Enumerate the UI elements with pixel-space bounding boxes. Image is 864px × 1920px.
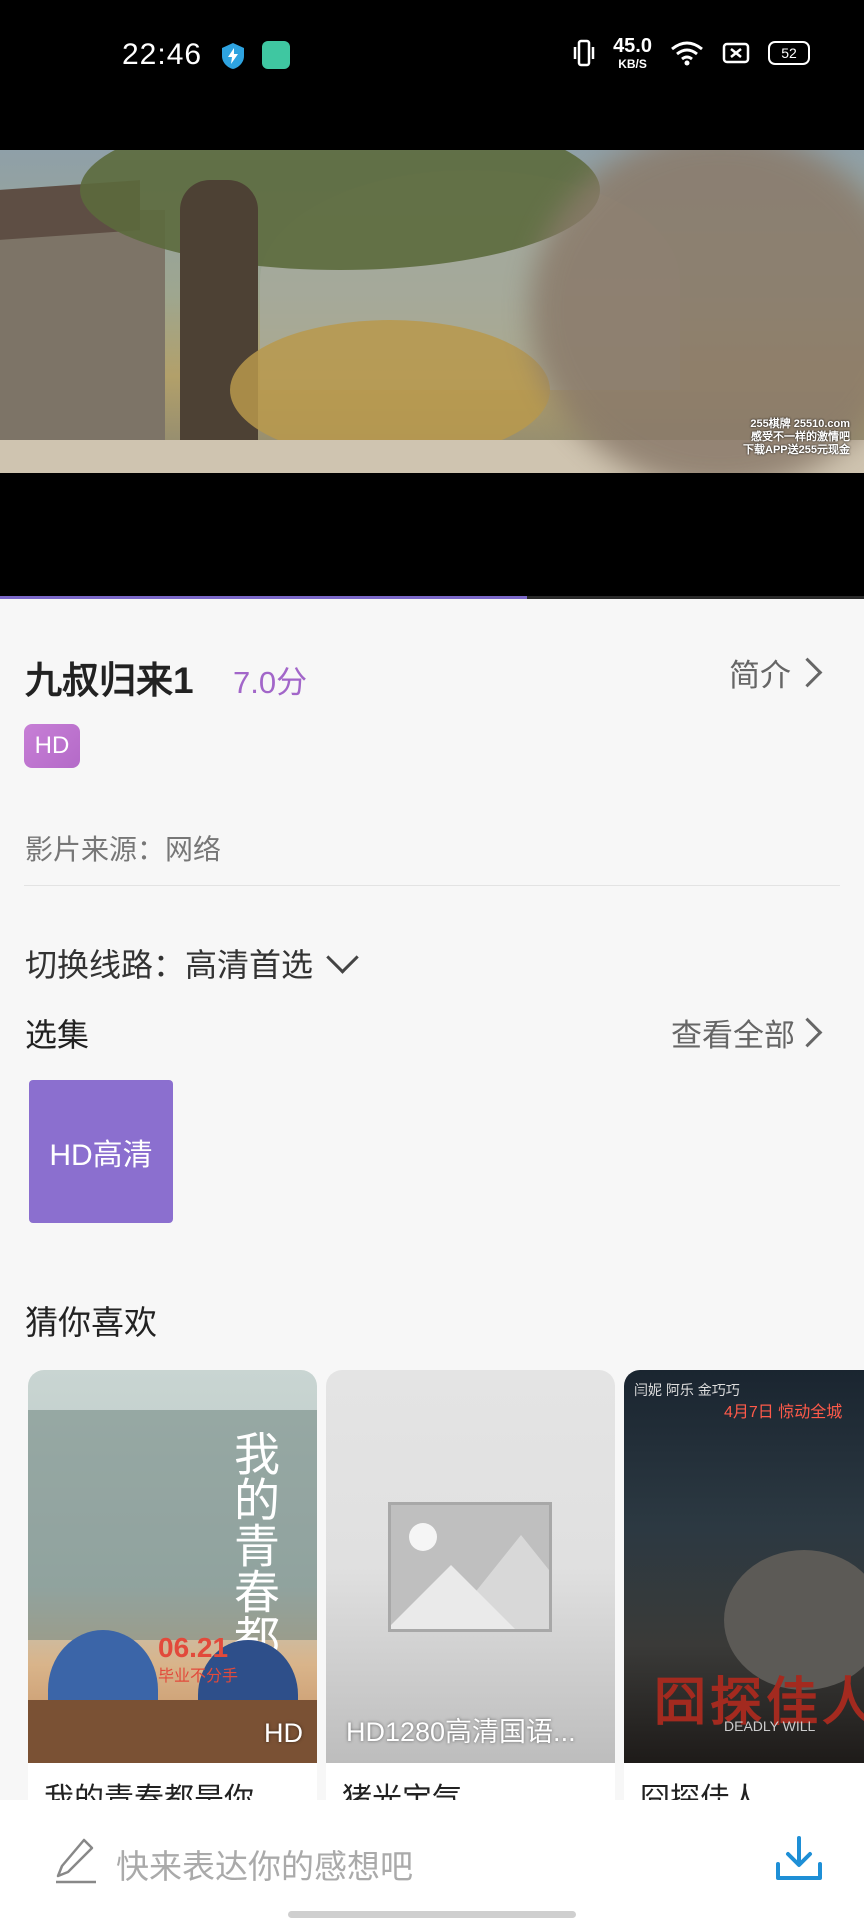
recommend-badge: HD1280高清国语...: [346, 1717, 576, 1747]
recommend-badge: HD: [264, 1718, 303, 1748]
network-speed-unit: KB/S: [618, 57, 647, 71]
poster-cast: 闫妮 阿乐 金巧巧: [634, 1382, 740, 1398]
battery-indicator: 52: [768, 41, 810, 65]
recommend-card[interactable]: 我的青春都是你 06.21 毕业不分手 HD 我的青春都是你: [28, 1370, 317, 1800]
recommend-title[interactable]: 我的青春都是你: [44, 1774, 254, 1800]
placeholder-mountain: [391, 1565, 521, 1629]
line-switch-label: 切换线路：高清首选: [25, 947, 314, 983]
network-speed-value: 45.0: [613, 35, 652, 57]
recommend-card[interactable]: 闫妮 阿乐 金巧巧 4月7日 惊动全城 囧探佳人 DEADLY WILL H 囧…: [624, 1370, 864, 1800]
movie-source: 影片来源：网络: [25, 834, 222, 865]
recommend-title[interactable]: 囧探佳人: [640, 1774, 760, 1800]
network-speed: 45.0 KB/S: [613, 36, 652, 70]
intro-button[interactable]: 简介: [729, 650, 823, 695]
quality-badge: HD: [24, 724, 80, 768]
recommend-poster[interactable]: 我的青春都是你 06.21 毕业不分手 HD: [28, 1370, 317, 1763]
video-frame[interactable]: 255棋牌 25510.com 感受不一样的激情吧 下载APP送255元现金: [0, 150, 864, 473]
watermark-line-3: 下载APP送255元现金: [743, 444, 850, 456]
bottom-bar: 快来表达你的感想吧: [0, 1800, 864, 1920]
scene-bush: [230, 320, 550, 460]
line-switch-dropdown[interactable]: 切换线路：高清首选: [25, 940, 359, 986]
chevron-down-icon: [326, 940, 359, 974]
watermark-line-1: 255棋牌 25510.com: [750, 418, 850, 430]
home-indicator[interactable]: [288, 1911, 576, 1918]
recommend-poster[interactable]: 闫妮 阿乐 金巧巧 4月7日 惊动全城 囧探佳人 DEADLY WILL H: [624, 1370, 864, 1763]
no-sim-icon: [722, 42, 750, 64]
recommend-poster[interactable]: HD1280高清国语...: [326, 1370, 615, 1763]
playback-progress-fill: [0, 596, 528, 599]
app-notification-icon: [262, 41, 290, 69]
video-watermark: 255棋牌 25510.com 感受不一样的激情吧 下载APP送255元现金: [743, 418, 850, 457]
video-player[interactable]: 255棋牌 25510.com 感受不一样的激情吧 下载APP送255元现金: [0, 150, 864, 598]
image-placeholder-icon: [388, 1502, 552, 1632]
intro-label: 简介: [729, 658, 791, 693]
playback-progress-bar[interactable]: [0, 596, 864, 599]
episode-button-hd[interactable]: HD高清: [29, 1080, 173, 1223]
chevron-right-icon: [792, 657, 823, 688]
view-all-button[interactable]: 查看全部: [671, 1010, 823, 1055]
poster-english-title: DEADLY WILL: [724, 1718, 816, 1734]
placeholder-sun: [409, 1523, 437, 1551]
vibrate-icon: [573, 39, 595, 67]
pencil-icon: [56, 1838, 96, 1884]
recommend-section-title: 猜你喜欢: [25, 1304, 157, 1341]
movie-score: 7.0分: [233, 665, 308, 700]
poster-subtitle: 毕业不分手: [158, 1668, 239, 1685]
recommend-title[interactable]: 猪光宝气: [342, 1774, 462, 1800]
download-icon[interactable]: [774, 1834, 824, 1884]
scene-house: [0, 210, 165, 450]
shield-bolt-icon: [222, 43, 244, 69]
recommend-card[interactable]: HD1280高清国语... 猪光宝气: [326, 1370, 615, 1800]
divider: [24, 885, 840, 886]
movie-title: 九叔归来1: [25, 660, 194, 701]
episodes-section-title: 选集: [25, 1017, 90, 1053]
comment-input[interactable]: 快来表达你的感想吧: [116, 1840, 413, 1888]
poster-release: 4月7日 惊动全城: [724, 1404, 843, 1421]
view-all-label: 查看全部: [671, 1018, 795, 1053]
chevron-right-icon: [792, 1017, 823, 1048]
wifi-icon: [671, 41, 703, 66]
watermark-line-2: 感受不一样的激情吧: [751, 431, 850, 443]
poster-date: 06.21: [158, 1632, 229, 1663]
status-time: 22:46: [122, 38, 203, 71]
status-bar: 22:46 45.0 KB/S 52: [0, 0, 864, 150]
recommend-list[interactable]: 我的青春都是你 06.21 毕业不分手 HD 我的青春都是你 HD1280高清国…: [28, 1370, 864, 1800]
